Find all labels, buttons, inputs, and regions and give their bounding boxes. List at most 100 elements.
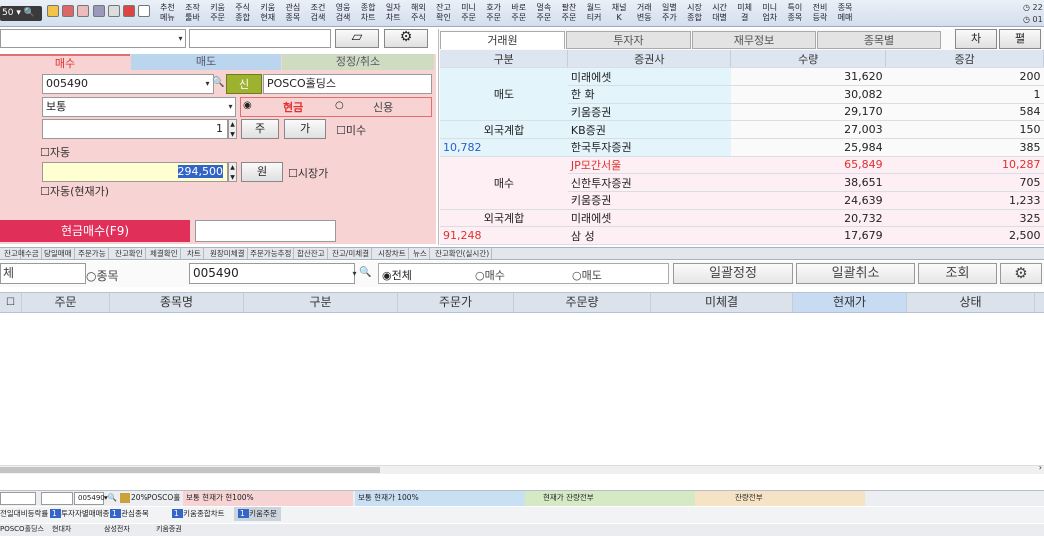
radio-side-sell[interactable]: ○매도	[572, 267, 602, 283]
toolbar-button[interactable]: 특이 종목	[788, 3, 803, 23]
toolbar-button[interactable]: 멀속 주문	[537, 3, 552, 23]
tab-sell[interactable]: 매도	[131, 54, 281, 70]
recent-stock-item[interactable]: 삼성전자	[104, 522, 130, 536]
chart-button[interactable]: 차	[955, 29, 997, 49]
account-tab[interactable]: 매수금	[16, 248, 42, 259]
tab-modify-cancel[interactable]: 정정/취소	[282, 54, 434, 70]
account-tab[interactable]: 차트	[185, 248, 204, 259]
window-task-item[interactable]: 1 키움주문	[234, 507, 281, 521]
col-stock-name[interactable]: 종목명	[110, 293, 244, 312]
filter-code-input[interactable]: 005490	[189, 263, 355, 284]
quick-modify-setting[interactable]: 현재가 잔량전부	[525, 491, 695, 506]
window-task-item[interactable]: 1 투자자별매매종	[50, 507, 109, 521]
tab-buy[interactable]: 매수	[0, 54, 130, 70]
toolbar-button[interactable]: 영웅 검색	[336, 3, 351, 23]
memo-icon[interactable]	[108, 5, 120, 17]
toolbar-button[interactable]: 바로 주문	[511, 3, 526, 23]
quick-buy-setting[interactable]: 보통 현재가 현100%	[183, 491, 353, 506]
account-tab[interactable]: 뉴스	[411, 248, 430, 259]
toolbar-button[interactable]: 일자 차트	[386, 3, 401, 23]
account-tab[interactable]: 잔고/미체결	[330, 248, 373, 259]
toolbar-button[interactable]: 조작 툴바	[185, 3, 200, 23]
price-input[interactable]: 294,500	[42, 162, 228, 182]
toolbar-button[interactable]: 전비 등락	[813, 3, 828, 23]
toolbar-button[interactable]: 거래 변동	[637, 3, 652, 23]
toolbar-button[interactable]: 추천 메뉴	[160, 3, 175, 23]
toolbar-button[interactable]: 미니 업차	[762, 3, 777, 23]
toolbar-button[interactable]: 미니 주문	[461, 3, 476, 23]
toolbar-button[interactable]: 시간 대별	[712, 3, 727, 23]
toolbar-button[interactable]: 호가 주문	[486, 3, 501, 23]
status-code[interactable]: 005490	[74, 492, 105, 505]
toolbar-button[interactable]: 종합 차트	[361, 3, 376, 23]
toolbar-button[interactable]: 미체 결	[737, 3, 752, 23]
unfilled-checkbox[interactable]: ☐미수	[336, 122, 366, 138]
toolbar-button[interactable]: 시장 종합	[687, 3, 702, 23]
quick-sell-setting[interactable]: 보통 현재가 100%	[355, 491, 525, 506]
keyboard-button[interactable]: ▱	[335, 29, 379, 48]
screen-number-combo[interactable]: 50 ▾ 🔍	[0, 6, 42, 21]
select-all-checkbox[interactable]: ☐	[0, 293, 22, 312]
col-status[interactable]: 상태	[907, 293, 1035, 312]
table-row[interactable]: 매수 JP모간서울 65,849 10,287	[440, 156, 1044, 210]
settings-button[interactable]: ⚙	[384, 29, 428, 48]
won-button[interactable]: 원	[241, 162, 283, 182]
toolbar-button[interactable]: 관심 종목	[286, 3, 301, 23]
account-tab[interactable]: 합산잔고	[295, 248, 328, 259]
toolbar-button[interactable]: 조건 검색	[311, 3, 326, 23]
account-tab[interactable]: 당일매매	[42, 248, 75, 259]
table-row[interactable]: 외국계합 미래에셋 20,732 325	[440, 209, 1044, 228]
table-row[interactable]: 매도 미래에셋 31,620 200	[440, 67, 1044, 122]
window-task-item[interactable]: 1 키움종합차트	[172, 507, 225, 521]
folder-icon[interactable]	[47, 5, 59, 17]
tab-by-stock[interactable]: 종목별	[817, 31, 941, 49]
account-tab[interactable]: 주문가능추정	[248, 248, 295, 259]
toolbar-button[interactable]: 주식 종합	[235, 3, 250, 23]
alert-icon[interactable]	[123, 5, 135, 17]
recent-stock-item[interactable]: 현대차	[52, 522, 71, 536]
toolbar-button[interactable]: 키움 현재	[260, 3, 275, 23]
status-combo[interactable]	[0, 492, 36, 505]
toolbar-button[interactable]: 월드 티커	[587, 3, 602, 23]
screen-icon[interactable]	[93, 5, 105, 17]
status-field[interactable]	[41, 492, 73, 505]
search-button[interactable]: 조회	[918, 263, 997, 284]
recent-stock-item[interactable]: 키움증권	[156, 522, 182, 536]
col-order-qty[interactable]: 주문량	[514, 293, 651, 312]
search-icon[interactable]: 🔍	[212, 77, 224, 88]
account-tab[interactable]: 주문가능	[76, 248, 109, 259]
stock-code-input[interactable]: 005490	[42, 74, 214, 94]
tab-investor[interactable]: 투자자	[566, 31, 691, 49]
quantity-input[interactable]: 1	[42, 119, 228, 139]
gear-icon[interactable]	[138, 5, 150, 17]
col-unfilled[interactable]: 미체결	[651, 293, 793, 312]
account-tab[interactable]: 잔고확인	[113, 248, 146, 259]
batch-modify-button[interactable]: 일괄정정	[673, 263, 793, 284]
table-row[interactable]: 외국계합 KB증권 27,003 150	[440, 120, 1044, 139]
quantity-stepper[interactable]: ▲ ▼	[228, 119, 237, 139]
toolbar-button[interactable]: 채널 K	[612, 3, 627, 23]
col-order-price[interactable]: 주문가	[398, 293, 514, 312]
batch-cancel-button[interactable]: 일괄취소	[796, 263, 915, 284]
account-tab[interactable]: 시장차트	[376, 248, 409, 259]
auto-checkbox[interactable]: ☐자동	[40, 144, 70, 160]
auto-current-price-checkbox[interactable]: ☐자동(현재가)	[40, 183, 109, 199]
radio-cash[interactable]: ◉	[243, 100, 252, 111]
radio-item-filter[interactable]: ○종목	[86, 267, 119, 284]
toolbar-button[interactable]: 키움 주문	[210, 3, 225, 23]
tab-broker[interactable]: 거래원	[440, 31, 565, 49]
col-type[interactable]: 구분	[244, 293, 398, 312]
pen-icon[interactable]	[62, 5, 74, 17]
horizontal-scrollbar[interactable]: ›	[0, 463, 1044, 474]
price-stepper[interactable]: ▲ ▼	[228, 162, 237, 182]
order-type-select[interactable]: 보통 ▾	[42, 97, 236, 117]
radio-all-filter[interactable]: 체	[0, 263, 86, 284]
lock-icon[interactable]	[77, 5, 89, 17]
window-task-item[interactable]: 1 관심종목	[110, 507, 149, 521]
radio-side-all[interactable]: ◉전체	[382, 267, 412, 283]
account-tab[interactable]: 원장미체결	[208, 248, 248, 259]
toolbar-button[interactable]: 잔고 확인	[436, 3, 451, 23]
account-select[interactable]: ▾	[0, 29, 186, 48]
expand-button[interactable]: 펼	[999, 29, 1041, 49]
toolbar-button[interactable]: 팔찬 주문	[562, 3, 577, 23]
